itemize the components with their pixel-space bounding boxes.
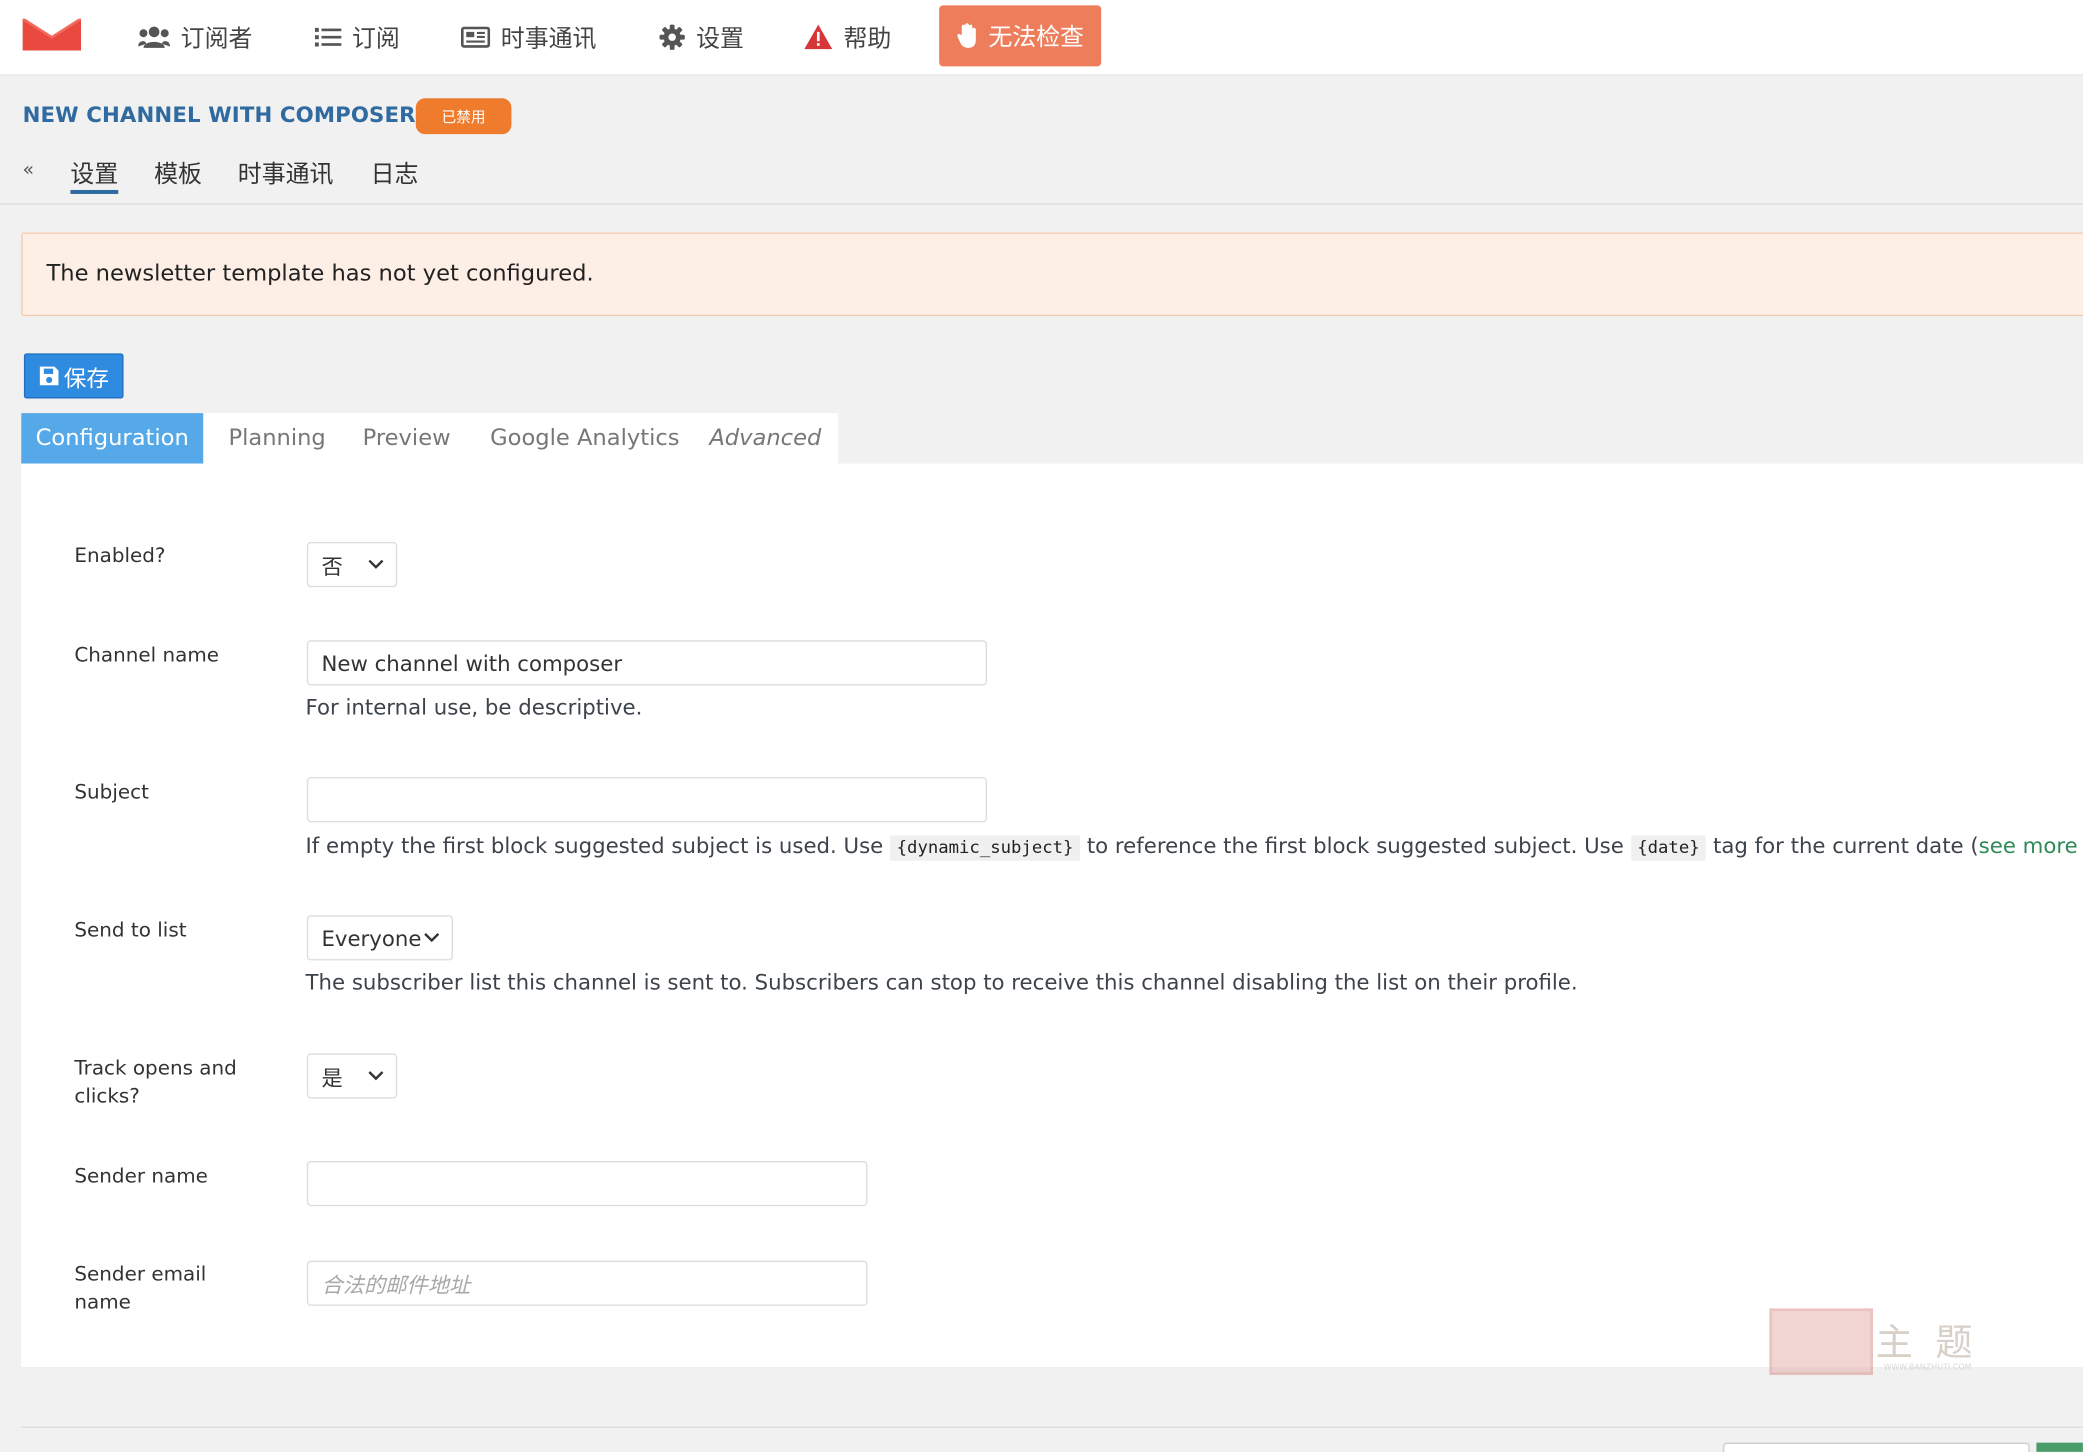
sender-email-label-line-1: Sender email: [74, 1261, 207, 1286]
sender-email-label-line-2: name: [74, 1289, 131, 1314]
enabled-label: Enabled?: [74, 543, 166, 568]
track-label-line-1: Track opens and: [74, 1056, 237, 1080]
subject-input[interactable]: [306, 777, 987, 823]
subtab-settings[interactable]: 设置: [70, 155, 119, 194]
chevron-down-icon: [368, 559, 384, 569]
tab-planning[interactable]: Planning: [228, 413, 325, 463]
nav-lists-label: 订阅: [352, 25, 400, 54]
nav-subscribers[interactable]: 订阅者: [138, 0, 252, 74]
subtab-newsletters[interactable]: 时事通讯: [238, 155, 334, 190]
top-navigation-bar: 订阅者 订阅 时事通讯 设置 帮助 无法检查: [0, 0, 2083, 76]
enabled-select[interactable]: 否: [306, 541, 398, 588]
track-label: Track opens and clicks?: [74, 1055, 236, 1111]
footer-button[interactable]: [2036, 1442, 2083, 1452]
date-tag: {date}: [1630, 835, 1707, 861]
enabled-select-value: 否: [321, 553, 343, 580]
floppy-disk-icon: [39, 366, 59, 386]
header-divider: [0, 203, 2083, 205]
sender-email-input[interactable]: 合法的邮件地址: [306, 1260, 868, 1306]
nav-help-label: 帮助: [843, 25, 892, 54]
watermark-seal: [1769, 1308, 1874, 1375]
subtab-logs[interactable]: 日志: [371, 155, 419, 190]
send-to-list-value: Everyone: [321, 925, 422, 951]
warning-notice: The newsletter template has not yet conf…: [21, 232, 2083, 317]
watermark-url: WWW.BANZHUTI.COM: [1883, 1362, 1972, 1373]
nav-newsletters[interactable]: 时事通讯: [460, 0, 597, 74]
warning-icon: [804, 24, 833, 50]
newsletter-logo-icon[interactable]: [21, 17, 82, 56]
subtab-template[interactable]: 模板: [154, 155, 202, 190]
tab-google-analytics[interactable]: Google Analytics: [490, 413, 679, 463]
tab-advanced[interactable]: Advanced: [709, 413, 821, 463]
newspaper-icon: [460, 26, 491, 48]
send-to-list-select[interactable]: Everyone: [306, 915, 453, 961]
list-icon: [314, 27, 342, 47]
footer-divider: [21, 1426, 2083, 1429]
sender-name-label: Sender name: [74, 1163, 208, 1188]
watermark-text: 主 题: [1875, 1320, 1978, 1365]
notice-text: The newsletter template has not yet conf…: [46, 260, 594, 287]
save-button-label: 保存: [63, 365, 109, 393]
nav-newsletters-label: 时事通讯: [500, 25, 597, 54]
subject-help-text-1: If empty the first block suggested subje…: [305, 832, 884, 859]
subject-help-text-2: to reference the first block suggested s…: [1086, 832, 1624, 859]
channel-name-help: For internal use, be descriptive.: [305, 694, 643, 720]
subject-help: If empty the first block suggested subje…: [305, 832, 2083, 861]
hand-stop-icon: [957, 23, 976, 48]
channel-name-input[interactable]: New channel with composer: [306, 640, 987, 686]
channel-name-label: Channel name: [74, 642, 220, 667]
back-link[interactable]: «: [23, 159, 34, 180]
track-select[interactable]: 是: [306, 1053, 398, 1099]
see-more-options-link[interactable]: see more optio: [1979, 833, 2083, 858]
nav-lists[interactable]: 订阅: [314, 0, 400, 74]
chevron-down-icon: [368, 1071, 384, 1081]
sender-name-input[interactable]: [306, 1161, 868, 1207]
nav-help[interactable]: 帮助: [804, 0, 892, 74]
settings-tabs: Configuration Planning Preview Google An…: [21, 413, 839, 464]
nav-settings[interactable]: 设置: [659, 0, 744, 74]
nav-subscribers-label: 订阅者: [180, 25, 253, 54]
dynamic-subject-tag: {dynamic_subject}: [890, 835, 1081, 861]
footer-input[interactable]: [1722, 1442, 2030, 1452]
subject-help-text-3: tag for the current date (: [1713, 832, 1979, 859]
track-select-value: 是: [321, 1065, 343, 1091]
gear-icon: [659, 24, 685, 50]
watermark: 主 题 WWW.BANZHUTI.COM: [1769, 1308, 2001, 1381]
save-button[interactable]: 保存: [23, 353, 124, 399]
status-badge: 已禁用: [415, 98, 512, 135]
send-to-list-help: The subscriber list this channel is sent…: [305, 969, 1578, 995]
page-title: NEW CHANNEL WITH COMPOSER: [22, 102, 416, 128]
send-to-list-label: Send to list: [74, 917, 187, 942]
tab-configuration[interactable]: Configuration: [21, 413, 204, 464]
track-label-line-2: clicks?: [74, 1083, 140, 1108]
nav-check-label: 无法检查: [988, 23, 1084, 52]
nav-check-button[interactable]: 无法检查: [939, 5, 1102, 67]
subject-label: Subject: [74, 779, 149, 804]
sender-email-label: Sender email name: [74, 1261, 206, 1317]
tab-preview[interactable]: Preview: [363, 413, 451, 463]
chevron-down-icon: [424, 933, 440, 943]
users-icon: [138, 26, 171, 48]
nav-settings-label: 设置: [696, 25, 744, 54]
